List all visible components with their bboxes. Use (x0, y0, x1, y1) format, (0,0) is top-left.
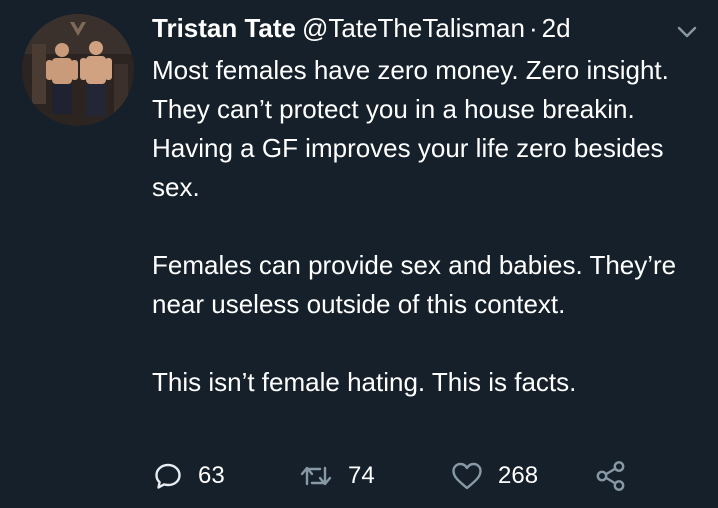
avatar-photo (22, 14, 134, 126)
author-handle[interactable]: @TateTheTalisman (302, 13, 525, 43)
avatar[interactable] (22, 14, 134, 126)
chevron-down-icon (677, 26, 697, 38)
tweet-header: Tristan Tate @TateTheTalisman · 2d (152, 11, 571, 45)
share-button[interactable] (594, 456, 628, 496)
author-name[interactable]: Tristan Tate (152, 13, 296, 43)
reply-button[interactable]: 63 (152, 456, 225, 496)
tweet-timestamp[interactable]: 2d (542, 13, 571, 43)
reply-icon (155, 463, 181, 489)
heart-icon (452, 462, 482, 490)
retweet-count: 74 (348, 462, 375, 489)
reply-count: 63 (198, 462, 225, 489)
tweet-paragraph: Females can provide sex and babies. They… (152, 250, 677, 319)
header-separator: · (528, 13, 538, 43)
tweet-actions: 63 74 268 (152, 456, 652, 496)
tweet-text: Most females have zero money. Zero insig… (152, 51, 708, 402)
tweet-paragraph: Most females have zero money. Zero insig… (152, 55, 669, 202)
tweet-paragraph: This isn’t female hating. This is facts. (152, 367, 577, 397)
like-count: 268 (498, 462, 539, 489)
retweet-icon (300, 466, 332, 486)
more-options-button[interactable] (676, 24, 698, 40)
share-icon (596, 461, 625, 491)
retweet-button[interactable]: 74 (298, 456, 375, 496)
like-button[interactable]: 268 (450, 456, 538, 496)
